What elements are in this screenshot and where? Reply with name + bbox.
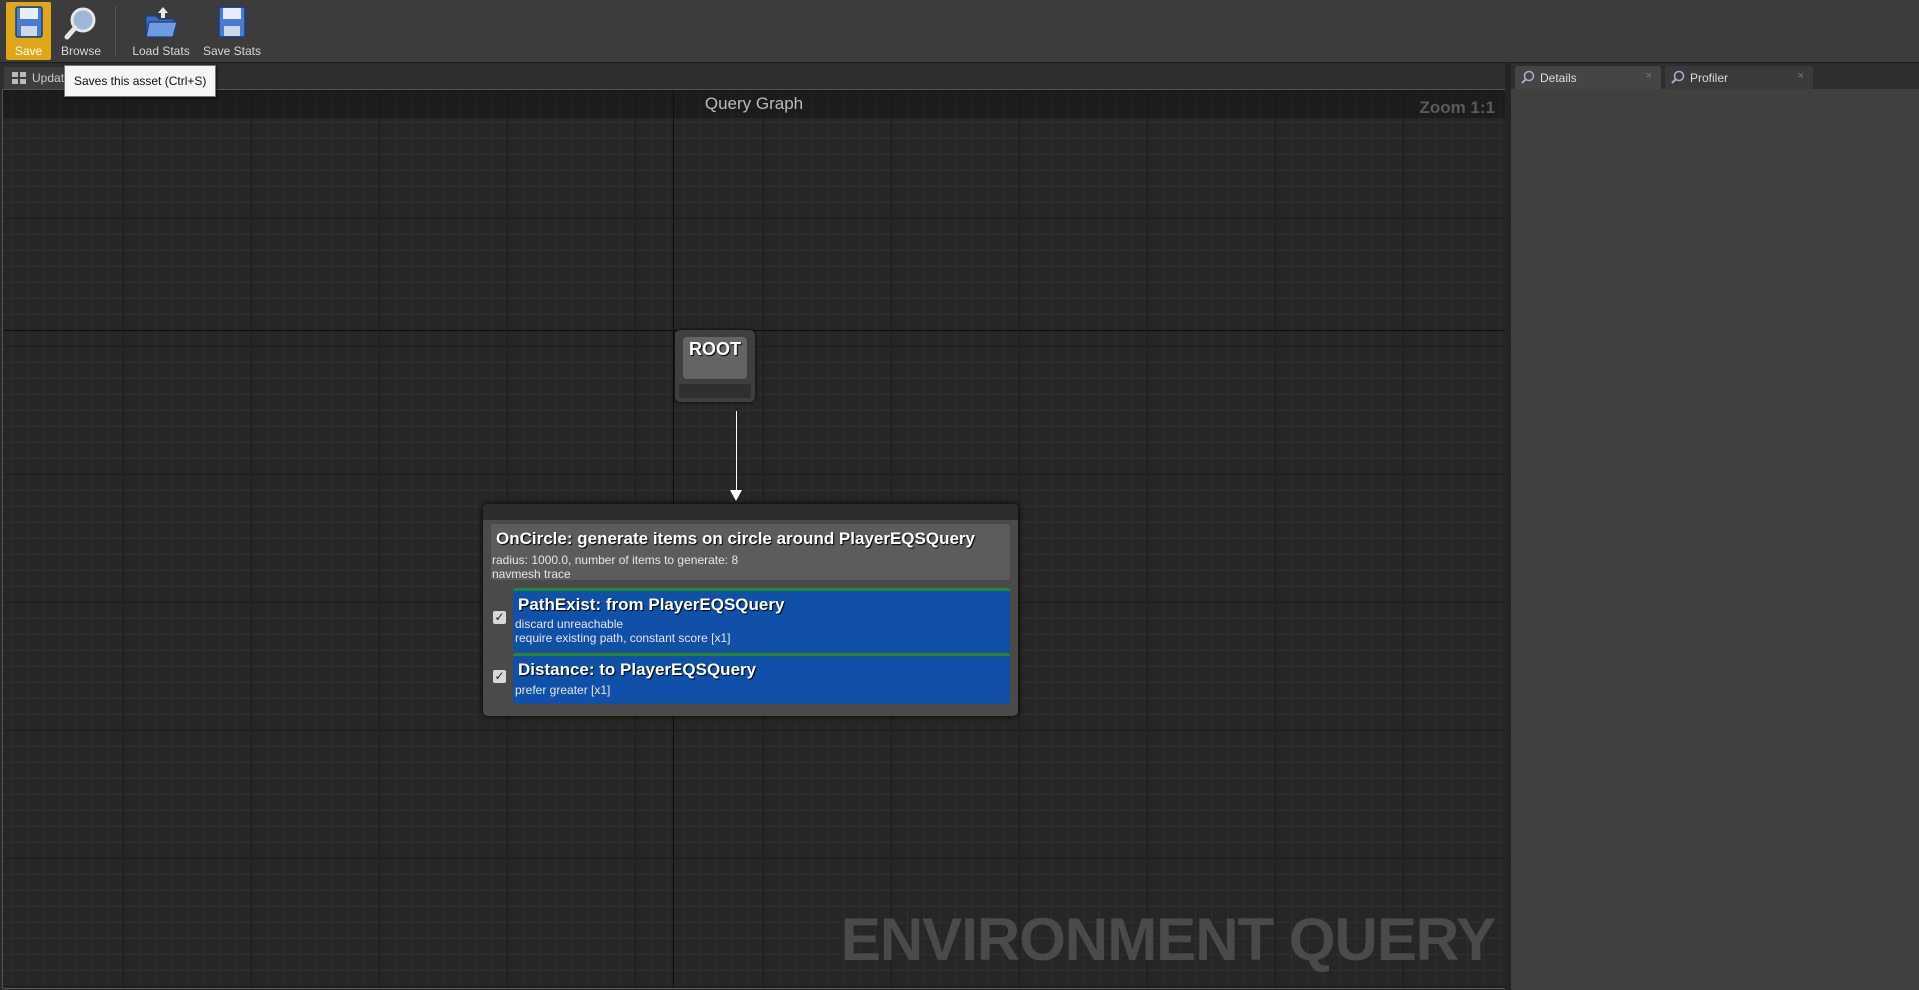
generator-description-line: radius: 1000.0, number of items to gener… <box>492 553 739 567</box>
graph-title: Query Graph <box>3 90 1505 118</box>
toolbar-separator <box>115 6 116 56</box>
test-title: Distance: to PlayerEQSQuery <box>518 660 757 679</box>
generator-description-line: navmesh trace <box>492 567 571 581</box>
root-node-label: ROOT <box>683 337 747 379</box>
folder-open-icon <box>145 7 178 38</box>
details-magnifier-icon <box>1521 70 1535 84</box>
test-enabled-checkbox[interactable]: ✓ <box>493 611 506 624</box>
test-title: PathExist: from PlayerEQSQuery <box>518 595 785 614</box>
close-icon[interactable]: × <box>1646 70 1652 82</box>
tab-details[interactable]: Details × <box>1515 66 1661 89</box>
profiler-magnifier-icon <box>1671 70 1685 84</box>
root-node[interactable]: ROOT <box>675 330 755 402</box>
save-label: Save <box>14 44 43 58</box>
floppy-disk-icon <box>218 6 246 38</box>
query-graph-canvas[interactable]: Query Graph Zoom 1:1 ROOT OnCircle: gene… <box>2 89 1506 989</box>
graph-axis-horizontal <box>3 330 1505 331</box>
node-connection-wire <box>736 411 737 492</box>
load-stats-button[interactable]: Load Stats <box>128 2 194 60</box>
tab-profiler[interactable]: Profiler × <box>1665 66 1813 89</box>
zoom-level: Zoom 1:1 <box>1419 98 1495 117</box>
root-output-pin[interactable] <box>679 384 751 398</box>
test-enabled-checkbox[interactable]: ✓ <box>493 670 506 683</box>
generator-node[interactable]: OnCircle: generate items on circle aroun… <box>483 504 1018 716</box>
tab-profiler-label: Profiler <box>1690 71 1729 85</box>
close-icon[interactable]: × <box>1798 70 1804 82</box>
generator-title: OnCircle: generate items on circle aroun… <box>496 529 976 548</box>
test-node-distance[interactable]: Distance: to PlayerEQSQuery prefer great… <box>513 653 1010 704</box>
connection-arrow-icon <box>730 490 742 501</box>
test-description-line: discard unreachable <box>515 617 624 631</box>
save-stats-label: Save Stats <box>202 44 262 58</box>
test-node-pathexist[interactable]: PathExist: from PlayerEQSQuery discard u… <box>513 588 1010 652</box>
grid-icon <box>12 72 26 84</box>
save-stats-button[interactable]: Save Stats <box>200 2 264 60</box>
tab-details-label: Details <box>1540 71 1577 85</box>
graph-watermark: ENVIRONMENT QUERY <box>840 906 1496 973</box>
details-panel <box>1511 89 1919 990</box>
generator-input-pin[interactable] <box>483 504 1018 520</box>
test-description-line: prefer greater [x1] <box>515 683 611 697</box>
generator-body: OnCircle: generate items on circle aroun… <box>491 524 1010 581</box>
save-tooltip: Saves this asset (Ctrl+S) <box>64 65 217 97</box>
test-description-line: require existing path, constant score [x… <box>515 631 731 645</box>
browse-button[interactable]: Browse <box>57 2 105 60</box>
browse-label: Browse <box>60 44 101 58</box>
floppy-disk-icon <box>14 6 43 38</box>
magnifier-icon <box>64 7 96 40</box>
toolbar: Save Browse Load Stats Save Stats <box>0 0 1919 63</box>
save-button[interactable]: Save <box>6 2 51 60</box>
load-stats-label: Load Stats <box>132 44 190 58</box>
